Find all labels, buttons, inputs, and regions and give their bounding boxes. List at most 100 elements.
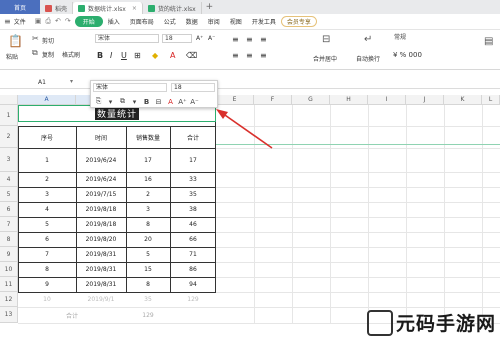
tab-home[interactable]: 首页	[0, 0, 40, 14]
table-cell[interactable]: 38	[170, 202, 216, 217]
row-header[interactable]: 6	[0, 202, 18, 217]
table-cell[interactable]: 8	[18, 262, 76, 277]
row-header[interactable]: 11	[0, 277, 18, 292]
font-size-select[interactable]: 18	[162, 34, 192, 43]
row-header[interactable]: 4	[0, 172, 18, 187]
header-cell[interactable]: 时间	[76, 126, 126, 148]
table-cell[interactable]: 7	[18, 247, 76, 262]
column-header[interactable]: L	[482, 95, 500, 105]
table-cell[interactable]: 2019/8/18	[76, 217, 126, 232]
menu-file[interactable]: 文件	[14, 17, 31, 26]
table-cell[interactable]: 20	[126, 232, 170, 247]
shrink-font-icon[interactable]: A⁻	[208, 35, 215, 42]
column-header[interactable]: I	[368, 95, 406, 105]
table-cell[interactable]: 4	[18, 202, 76, 217]
wrap-icon[interactable]: ↵	[364, 34, 372, 45]
table-cell[interactable]: 2	[18, 172, 76, 187]
align-bottom-icon[interactable]: ≡	[260, 35, 267, 44]
font-name-select[interactable]: 宋体	[95, 34, 159, 43]
column-header[interactable]: E	[216, 95, 254, 105]
table-cell[interactable]: 35	[126, 292, 170, 307]
table-cell[interactable]: 5	[18, 217, 76, 232]
total-label[interactable]: 合计	[18, 307, 126, 323]
spreadsheet-grid[interactable]: A B C D E F G H I J K L 1 2 3 4 5 6 7 8 …	[0, 95, 500, 338]
table-cell[interactable]: 6	[18, 232, 76, 247]
table-cell[interactable]: 15	[126, 262, 170, 277]
format-painter-button[interactable]: 格式刷	[62, 50, 80, 59]
row-header[interactable]: 5	[0, 187, 18, 202]
menu-insert[interactable]: 插入	[103, 17, 125, 26]
column-header[interactable]: F	[254, 95, 292, 105]
font-color-icon[interactable]: A	[166, 98, 175, 106]
table-cell[interactable]: 2019/8/31	[76, 247, 126, 262]
underline-icon[interactable]: U	[121, 51, 127, 60]
mini-font-select[interactable]: 宋体	[93, 83, 167, 92]
italic-icon[interactable]: I	[110, 51, 112, 60]
column-header[interactable]: J	[406, 95, 444, 105]
menu-member[interactable]: 会员专享	[280, 16, 317, 27]
table-cell[interactable]: 94	[170, 277, 216, 292]
table-cell[interactable]: 10	[18, 292, 76, 307]
border-icon[interactable]: ⊞	[134, 51, 141, 60]
copy-icon[interactable]: ⧉	[118, 97, 127, 106]
table-cell[interactable]: 8	[126, 217, 170, 232]
bold-icon[interactable]: B	[97, 51, 103, 60]
row-header[interactable]: 10	[0, 262, 18, 277]
bold-icon[interactable]: B	[142, 98, 151, 106]
paste-button[interactable]: 粘贴	[6, 52, 18, 61]
align-top-icon[interactable]: ≡	[232, 35, 239, 44]
row-header[interactable]: 12	[0, 292, 18, 307]
table-cell[interactable]: 129	[170, 292, 216, 307]
header-cell[interactable]: 销售数量	[126, 126, 170, 148]
table-cell[interactable]: 17	[170, 148, 216, 172]
cut-icon[interactable]: ✂	[32, 34, 39, 43]
table-cell[interactable]: 3	[18, 187, 76, 202]
grow-font-icon[interactable]: A⁺	[196, 35, 203, 42]
table-cell[interactable]: 2019/9/1	[76, 292, 126, 307]
add-tab-button[interactable]: +	[206, 2, 214, 14]
format-painter-icon[interactable]: ⎘	[94, 97, 103, 106]
header-cell[interactable]: 序号	[18, 126, 76, 148]
row-header[interactable]: 9	[0, 247, 18, 262]
font-color-icon[interactable]: A	[170, 51, 175, 60]
dropdown-icon[interactable]: ▾	[70, 78, 73, 85]
table-cell[interactable]: 2019/6/24	[76, 172, 126, 187]
table-cell[interactable]: 2019/6/24	[76, 148, 126, 172]
column-header[interactable]: G	[292, 95, 330, 105]
row-header[interactable]: 1	[0, 105, 18, 126]
copy-icon[interactable]: ⧉	[32, 48, 38, 58]
table-cell[interactable]: 2019/8/18	[76, 202, 126, 217]
table-cell[interactable]: 71	[170, 247, 216, 262]
paste-icon[interactable]: 📋	[8, 34, 23, 48]
print-icon[interactable]: ⎙	[45, 17, 51, 26]
save-icon[interactable]: ▣	[35, 17, 42, 26]
wrap-button[interactable]: 自动换行	[356, 54, 380, 63]
table-cell[interactable]: 2	[126, 187, 170, 202]
row-header[interactable]: 8	[0, 232, 18, 247]
row-header[interactable]: 3	[0, 148, 18, 172]
cut-button[interactable]: 剪切	[42, 36, 54, 45]
menu-data[interactable]: 数据	[181, 17, 203, 26]
row-header[interactable]: 2	[0, 126, 18, 148]
table-cell[interactable]: 5	[126, 247, 170, 262]
table-cell[interactable]: 86	[170, 262, 216, 277]
dropdown-icon[interactable]: ▾	[106, 98, 115, 106]
table-cell[interactable]: 66	[170, 232, 216, 247]
dropdown-icon[interactable]: ▾	[130, 98, 139, 106]
copy-button[interactable]: 复制	[42, 50, 54, 59]
table-cell[interactable]: 2019/8/20	[76, 232, 126, 247]
conditional-format-icon[interactable]: ▤	[484, 36, 493, 47]
table-cell[interactable]: 2019/7/15	[76, 187, 126, 202]
menu-developer[interactable]: 开发工具	[247, 17, 281, 26]
menu-view[interactable]: 视图	[225, 17, 247, 26]
menu-start[interactable]: 开始	[74, 16, 103, 27]
table-cell[interactable]: 33	[170, 172, 216, 187]
merge-icon[interactable]: ⊟	[322, 34, 330, 45]
menu-page-layout[interactable]: 页面布局	[125, 17, 159, 26]
header-cell[interactable]: 合计	[170, 126, 216, 148]
table-cell[interactable]: 1	[18, 148, 76, 172]
shrink-font-icon[interactable]: A⁻	[190, 98, 199, 106]
mini-size-select[interactable]: 18	[171, 83, 215, 92]
total-value[interactable]: 129	[126, 307, 170, 323]
fill-color-icon[interactable]: ◆	[152, 51, 158, 60]
